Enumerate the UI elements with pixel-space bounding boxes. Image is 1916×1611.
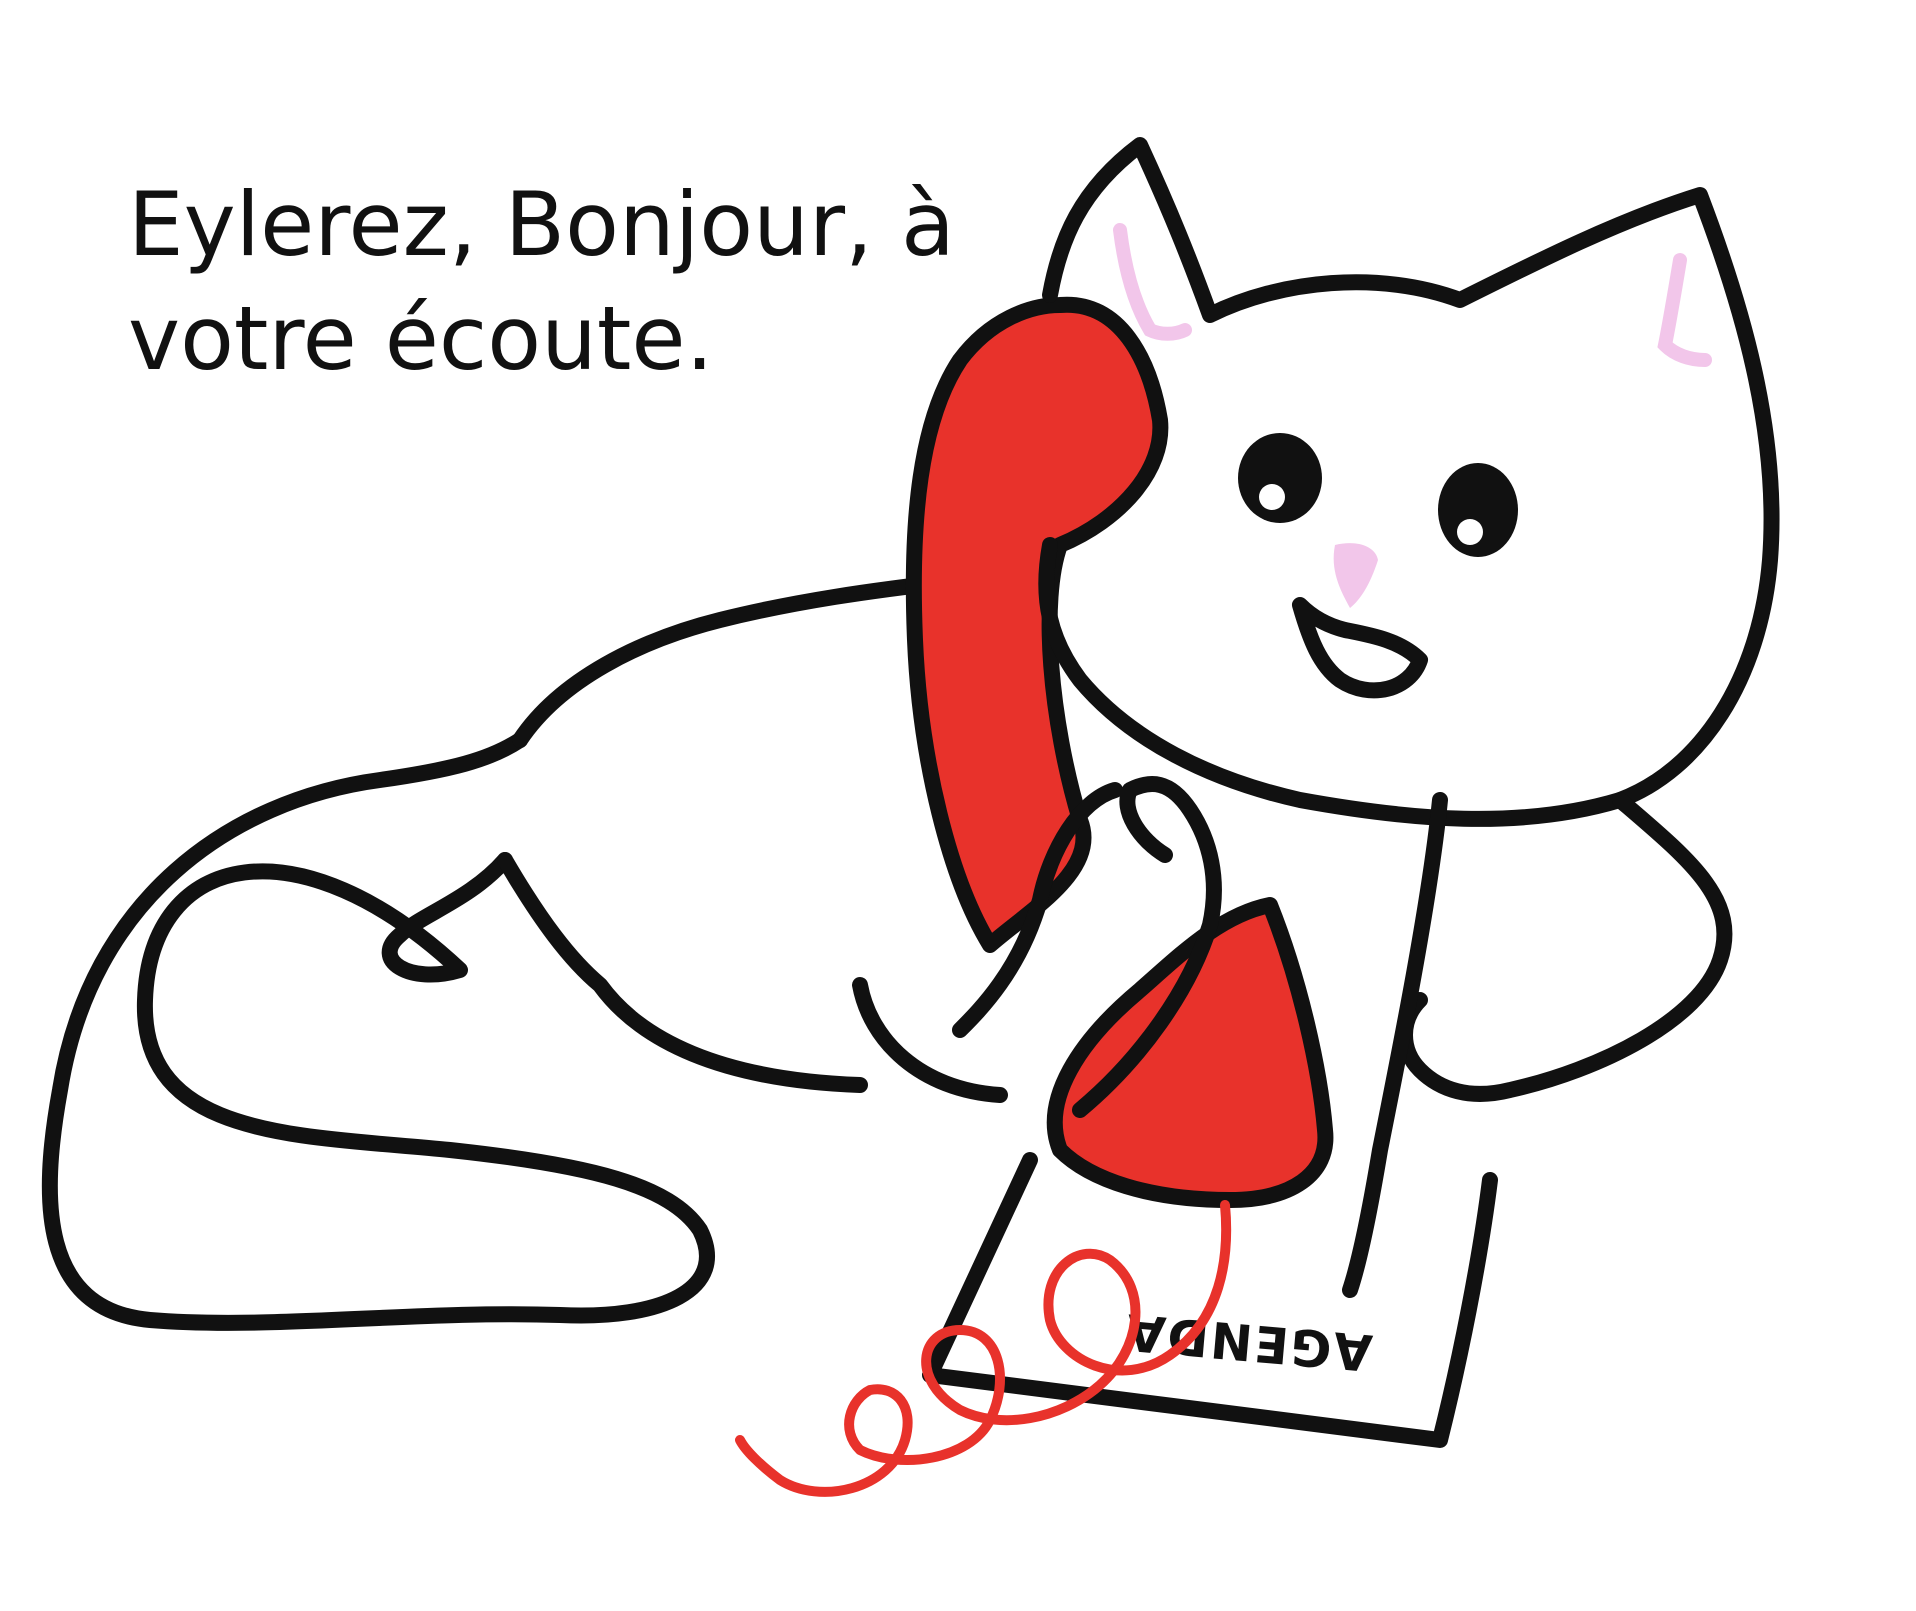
pen-icon	[1342, 792, 1448, 1298]
telephone-handset	[905, 296, 1169, 953]
cat-head	[1038, 137, 1780, 827]
cat-arm-right	[1397, 792, 1733, 1102]
telephone-base	[1046, 897, 1334, 1208]
cat-ear-right-inner	[1657, 253, 1712, 367]
cat-mouth	[1292, 597, 1428, 699]
cat-nose	[1333, 543, 1378, 608]
illustration-canvas: Eylerez, Bonjour, à votre écoute. AGENDA	[0, 0, 1916, 1611]
cat-body	[497, 577, 928, 1093]
cat-tail	[41, 732, 715, 1331]
agenda-label: AGENDA	[1122, 1302, 1374, 1381]
cat-eye-left	[1238, 433, 1322, 523]
cat-eye-right	[1438, 463, 1518, 557]
cat-on-phone-illustration: AGENDA	[41, 137, 1780, 1497]
